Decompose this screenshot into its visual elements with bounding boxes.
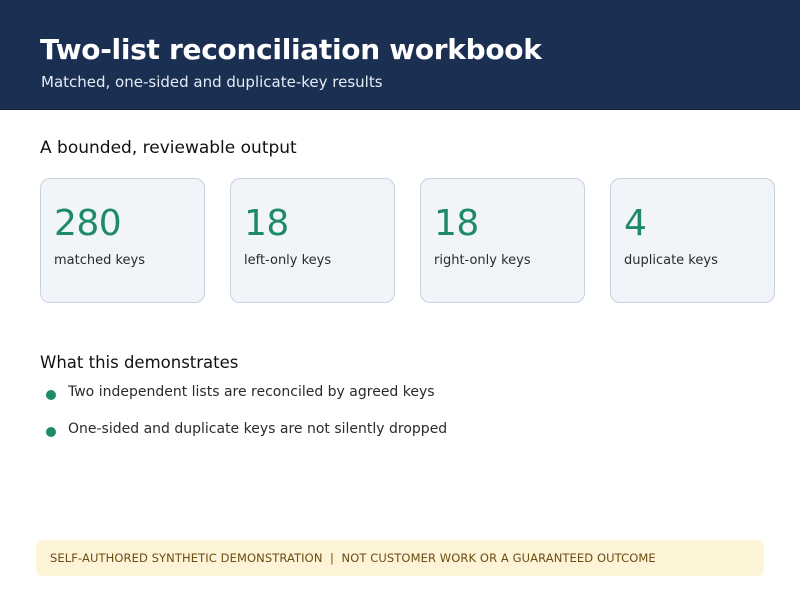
card-right-only-keys: 18 right-only keys: [420, 178, 585, 303]
list-item: Two independent lists are reconciled by …: [46, 384, 746, 404]
page-header: Two-list reconciliation workbook Matched…: [0, 0, 800, 110]
bullet-dot-icon: [46, 427, 56, 437]
list-item: One-sided and duplicate keys are not sil…: [46, 421, 746, 441]
page-subtitle: Matched, one-sided and duplicate-key res…: [41, 73, 383, 91]
summary-cards: 280 matched keys 18 left-only keys 18 ri…: [40, 178, 776, 303]
card-label: duplicate keys: [624, 253, 718, 268]
card-label: left-only keys: [244, 253, 332, 268]
card-value: 280: [54, 203, 122, 244]
card-label: right-only keys: [434, 253, 531, 268]
page-title: Two-list reconciliation workbook: [40, 33, 542, 66]
card-value: 4: [624, 203, 647, 244]
disclaimer-text: SELF-AUTHORED SYNTHETIC DEMONSTRATION | …: [50, 551, 656, 565]
card-left-only-keys: 18 left-only keys: [230, 178, 395, 303]
card-label: matched keys: [54, 253, 146, 268]
card-value: 18: [244, 203, 289, 244]
list-item-text: One-sided and duplicate keys are not sil…: [68, 421, 448, 437]
disclaimer-banner: SELF-AUTHORED SYNTHETIC DEMONSTRATION | …: [36, 540, 764, 576]
card-value: 18: [434, 203, 479, 244]
demonstrates-heading: What this demonstrates: [40, 353, 239, 372]
list-item-text: Two independent lists are reconciled by …: [68, 384, 435, 400]
summary-heading: A bounded, reviewable output: [40, 138, 297, 158]
card-duplicate-keys: 4 duplicate keys: [610, 178, 775, 303]
bullet-dot-icon: [46, 390, 56, 400]
card-matched-keys: 280 matched keys: [40, 178, 205, 303]
